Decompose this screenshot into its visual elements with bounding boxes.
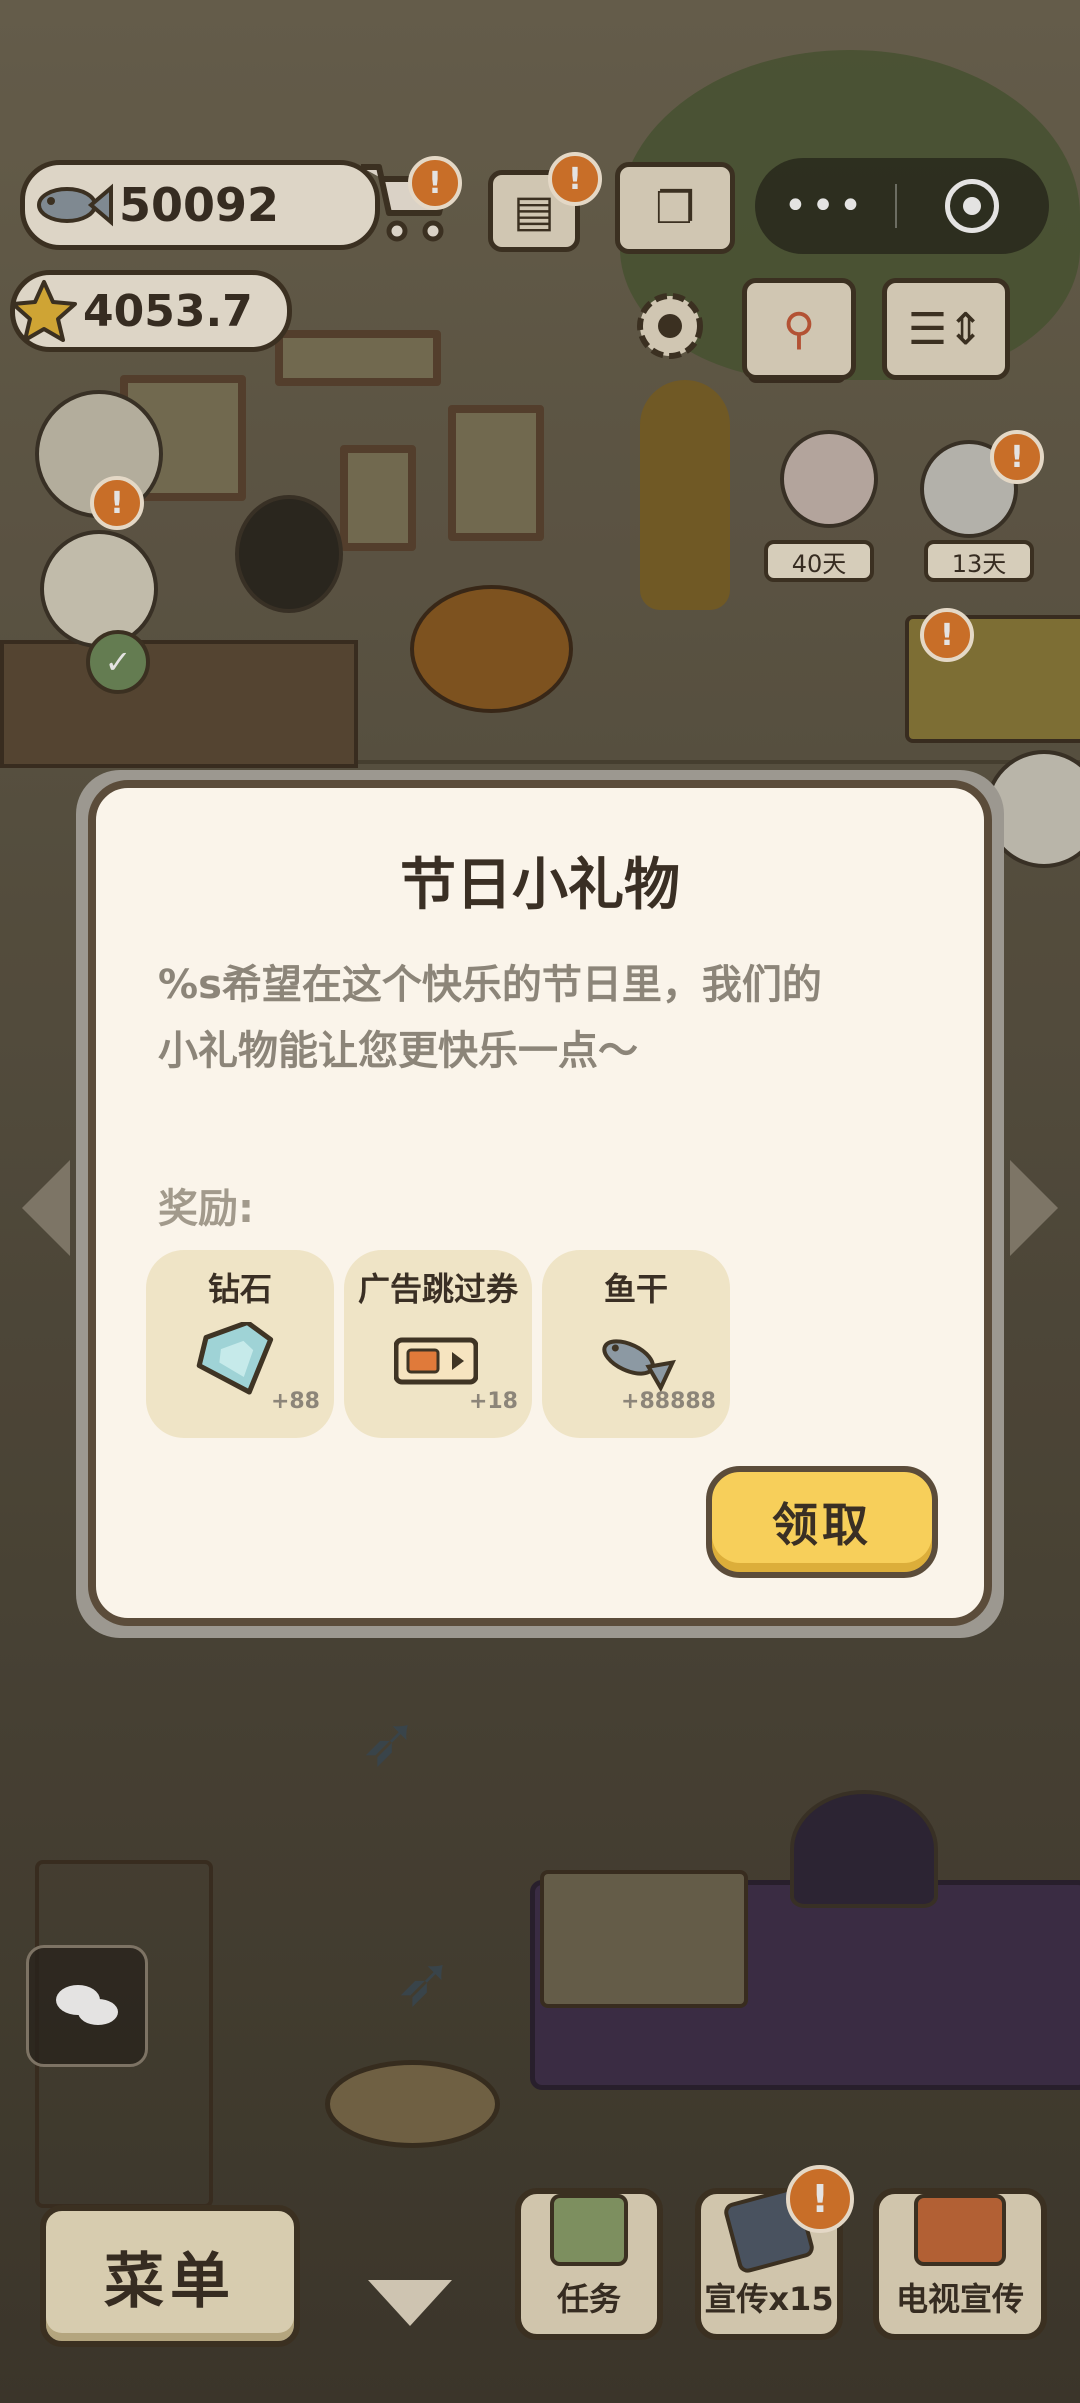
- reward-amount: +18: [468, 1389, 518, 1414]
- reward-name: 广告跳过券: [357, 1270, 518, 1308]
- diamond-icon: [196, 1322, 274, 1395]
- reward-amount: +88: [270, 1389, 320, 1414]
- dried-fish-icon: [602, 1339, 676, 1393]
- reward-card-diamond: 钻石 +88: [146, 1250, 334, 1438]
- description-line-2: 小礼物能让您更快乐一点～: [158, 1028, 638, 1074]
- ad-skip-ticket-icon: [394, 1337, 478, 1385]
- reward-name: 鱼干: [603, 1270, 668, 1308]
- reward-label: 奖励:: [158, 1186, 254, 1232]
- holiday-gift-dialog: 节日小礼物 %s希望在这个快乐的节日里，我们的 小礼物能让您更快乐一点～ 奖励:…: [88, 780, 992, 1626]
- reward-card-ad-skip: 广告跳过券 +18: [344, 1250, 532, 1438]
- claim-button[interactable]: 领取: [706, 1466, 938, 1578]
- description-line-1: %s希望在这个快乐的节日里，我们的: [158, 962, 822, 1008]
- dialog-description: %s希望在这个快乐的节日里，我们的 小礼物能让您更快乐一点～: [158, 952, 918, 1084]
- reward-card-dried-fish: 鱼干 +88888: [542, 1250, 730, 1438]
- reward-name: 钻石: [207, 1270, 272, 1308]
- dialog-title: 节日小礼物: [400, 853, 680, 918]
- reward-amount: +88888: [621, 1389, 716, 1414]
